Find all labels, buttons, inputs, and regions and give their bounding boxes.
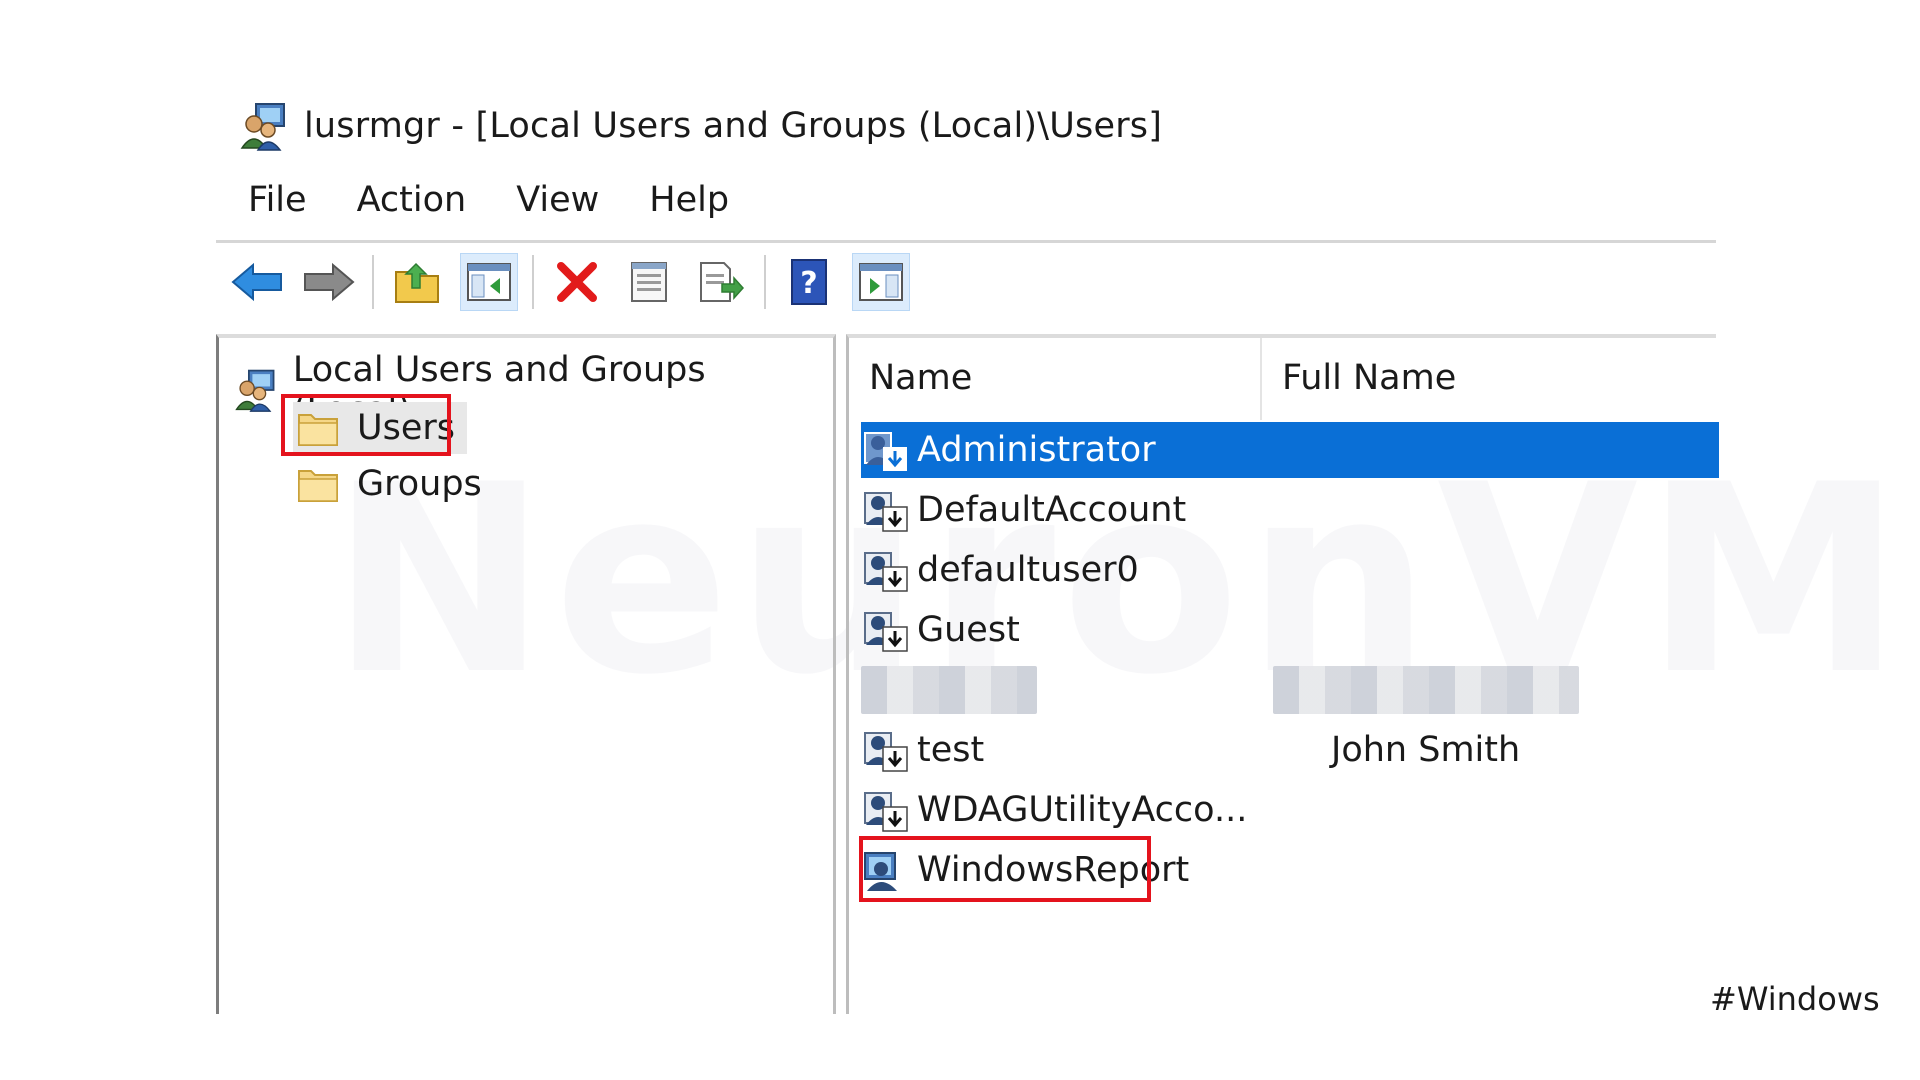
forward-button[interactable] — [300, 253, 358, 311]
back-button[interactable] — [228, 253, 286, 311]
help-button[interactable]: ? — [780, 253, 838, 311]
category-tag: #Windows — [1710, 980, 1880, 1018]
user-name-cell: test — [917, 730, 985, 770]
user-account-icon — [864, 792, 908, 832]
export-list-icon — [700, 261, 744, 302]
export-list-button[interactable] — [692, 253, 750, 311]
properties-icon — [631, 261, 667, 302]
user-account-icon — [864, 612, 908, 652]
user-name-cell: defaultuser0 — [917, 550, 1139, 590]
forward-arrow-icon — [304, 262, 355, 301]
user-account-icon — [864, 552, 908, 592]
user-row-administrator[interactable]: Administrator — [861, 422, 1719, 478]
menu-bar: File Action View Help — [248, 180, 779, 220]
properties-button[interactable] — [620, 253, 678, 311]
window-title: lusrmgr - [Local Users and Groups (Local… — [304, 106, 1163, 146]
user-name-cell: Guest — [917, 610, 1020, 650]
toolbar-separator — [372, 254, 374, 309]
user-name-cell: WDAGUtilityAcco... — [917, 790, 1248, 830]
user-row-redacted[interactable] — [861, 662, 1719, 718]
toolbar-separator — [532, 254, 534, 309]
menu-file[interactable]: File — [248, 180, 307, 220]
users-computer-icon — [240, 103, 285, 151]
help-icon: ? — [791, 258, 827, 305]
user-row-defaultaccount[interactable]: DefaultAccount — [861, 482, 1719, 538]
user-account-icon — [864, 432, 907, 471]
title-bar: lusrmgr - [Local Users and Groups (Local… — [238, 96, 1162, 156]
show-hide-action-pane-button[interactable] — [852, 252, 910, 311]
redacted-name-blur — [861, 666, 1037, 714]
column-header-name[interactable]: Name — [849, 338, 1262, 420]
menu-help[interactable]: Help — [649, 180, 729, 220]
user-row-defaultuser0[interactable]: defaultuser0 — [861, 542, 1719, 598]
up-folder-icon — [395, 262, 439, 303]
users-computer-icon — [235, 369, 275, 412]
menu-view[interactable]: View — [516, 180, 599, 220]
back-arrow-icon — [231, 262, 282, 301]
show-hide-console-tree-icon — [467, 262, 511, 301]
show-hide-console-tree-button[interactable] — [460, 252, 518, 311]
user-account-icon — [864, 492, 908, 532]
user-account-icon — [864, 732, 908, 772]
redacted-fullname-blur — [1273, 666, 1579, 714]
highlight-box-users — [281, 394, 451, 456]
menu-action[interactable]: Action — [357, 180, 467, 220]
user-name-cell: Administrator — [917, 430, 1156, 470]
delete-button[interactable] — [548, 253, 606, 311]
highlight-box-windowsreport — [859, 836, 1151, 902]
console-tree-pane: Local Users and Groups (Local) Users Gro… — [216, 334, 836, 1014]
tree-node-groups[interactable]: Groups — [293, 458, 494, 510]
lusrmgr-window: NeuronVM lusrmgr - [Local Users and Grou… — [0, 0, 1920, 1080]
folder-icon — [298, 470, 338, 502]
user-row-wdagutilityaccount[interactable]: WDAGUtilityAcco... — [861, 782, 1719, 838]
user-row-test[interactable]: test John Smith — [861, 722, 1719, 778]
user-name-cell: DefaultAccount — [917, 490, 1187, 530]
user-full-name-cell: John Smith — [1331, 730, 1521, 770]
user-row-guest[interactable]: Guest — [861, 602, 1719, 658]
users-list-pane: Name Full Name Administrator DefaultAcco… — [846, 334, 1719, 1014]
svg-text:?: ? — [800, 266, 817, 301]
toolbar: ? — [216, 240, 1716, 320]
column-header-full-name[interactable]: Full Name — [1262, 338, 1719, 420]
delete-icon — [557, 261, 597, 302]
toolbar-separator — [764, 254, 766, 309]
up-one-level-button[interactable] — [388, 253, 446, 311]
list-column-headers: Name Full Name — [849, 338, 1719, 420]
show-hide-action-pane-icon — [859, 262, 903, 301]
tree-node-groups-label: Groups — [357, 464, 482, 504]
